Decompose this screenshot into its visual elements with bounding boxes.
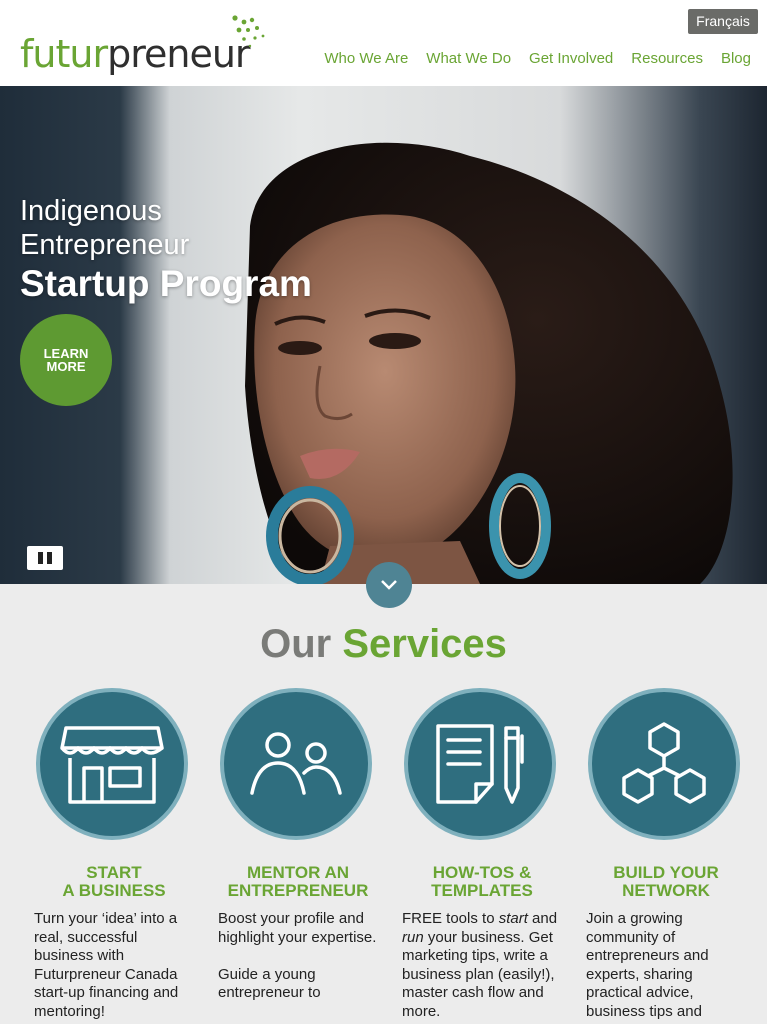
service-network-title[interactable]: BUILD YOUR NETWORK [586,864,746,900]
desc-emphasis-start: start [498,910,528,927]
service-howtos-title[interactable]: HOW-TOS & TEMPLATES [402,864,562,900]
pause-icon-bar [47,552,52,564]
site-header: futurpreneur Français Who We Are What We… [0,0,767,86]
service-title-line-2: TEMPLATES [431,881,533,900]
slideshow-pause-button[interactable] [27,546,63,570]
service-title-line-1: MENTOR AN [247,863,349,882]
service-start-business-circle[interactable] [36,688,188,840]
services-heading-our: Our [260,622,332,666]
service-title-line-1: START [86,863,142,882]
nav-get-involved[interactable]: Get Involved [529,50,613,67]
service-title-line-2: A BUSINESS [62,881,166,900]
main-nav: Who We Are What We Do Get Involved Resou… [324,50,751,67]
service-howtos-description: FREE tools to start and run your busines… [402,910,562,1021]
scroll-down-button[interactable] [366,562,412,608]
logo-text-green: futur [20,32,108,76]
people-icon [250,732,342,795]
nav-blog[interactable]: Blog [721,50,751,67]
nav-resources[interactable]: Resources [631,50,703,67]
document-pen-icon [436,724,524,804]
nav-who-we-are[interactable]: Who We Are [324,50,408,67]
service-title-line-2: NETWORK [622,881,710,900]
service-mentor-description: Boost your profile and highlight your ex… [218,910,378,1003]
learn-more-button[interactable]: LEARN MORE [20,314,112,406]
service-title-line-1: HOW-TOS & [432,863,532,882]
chevron-down-icon [381,580,397,590]
storefront-icon [60,726,164,804]
language-toggle-button[interactable]: Français [688,9,758,34]
service-howtos-circle[interactable] [404,688,556,840]
hero-line-1: Indigenous [20,195,162,227]
network-hexagons-icon [622,722,706,804]
desc-part: and [527,910,558,927]
service-title-line-2: ENTREPRENEUR [227,881,369,900]
pause-icon [38,552,43,564]
service-title-line-1: BUILD YOUR [613,863,719,882]
service-mentor-desc-1: Boost your profile and highlight your ex… [218,910,377,946]
hero-line-2: Entrepreneur [20,229,190,261]
service-start-business-description: Turn your ‘idea’ into a real, successful… [34,910,179,1020]
logo-text-dark: preneur [107,32,250,76]
services-heading: Our Services [0,620,767,668]
hero-banner: Indigenous Entrepreneur Startup Program … [0,86,767,584]
hero-portrait-image [245,142,733,584]
logo-dots-icon [232,15,265,48]
desc-emphasis-run: run [402,928,424,946]
service-network-description: Join a growing community of entrepreneur… [586,910,709,1020]
services-heading-services: Services [342,622,507,666]
service-mentor-title[interactable]: MENTOR AN ENTREPRENEUR [218,864,378,900]
learn-more-label: LEARN MORE [36,347,96,373]
nav-what-we-do[interactable]: What We Do [426,50,511,67]
logo-wordmark: futurpreneur [20,32,251,76]
desc-part: your business. Get marketing tips, write… [402,928,555,1020]
service-mentor-desc-2: Guide a young entrepreneur to [218,965,321,1002]
service-start-business-title[interactable]: START A BUSINESS [34,864,194,900]
service-mentor-circle[interactable] [220,688,372,840]
desc-part: FREE tools to [402,910,499,927]
service-network-circle[interactable] [588,688,740,840]
hero-headline: Indigenous Entrepreneur Startup Program [20,194,312,306]
learn-more-line-2: MORE [46,359,86,374]
hero-line-3: Startup Program [20,263,312,304]
